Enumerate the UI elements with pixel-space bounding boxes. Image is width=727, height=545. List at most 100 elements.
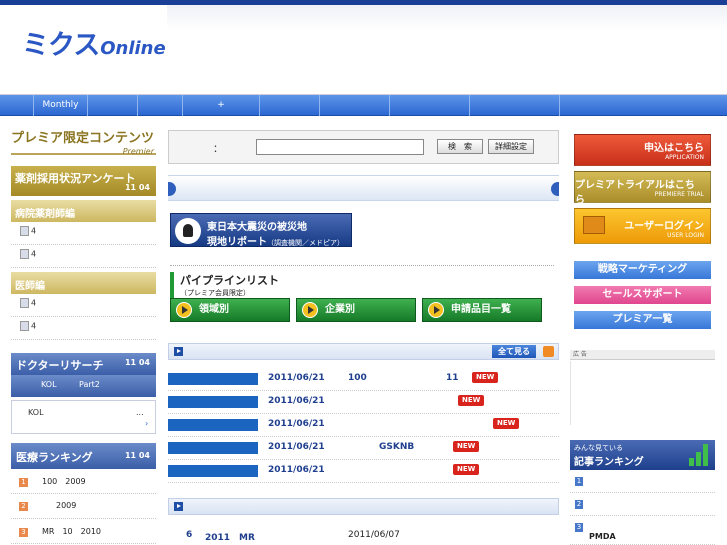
news-title[interactable]: 100 [348,373,367,383]
rank-badge-2: 2 [575,500,583,509]
survey-header[interactable]: 薬剤採用状況アンケート 11 04 [11,166,156,196]
news2-row[interactable]: 6 2011 MR 2011/06/07 [168,525,559,545]
survey-hospital-label[interactable]: 病院薬剤師編 [11,200,156,222]
nav-item-1[interactable] [0,95,34,116]
new-badge: NEW [453,441,480,452]
user-login-button[interactable]: ユーザーログイン USER LOGIN [574,208,711,244]
rank-badge-1: 1 [575,477,583,486]
more-arrow-icon[interactable]: › [145,419,148,428]
medical-ranking-date: 11 04 [124,451,150,460]
news-date: 2011/06/21 [268,396,325,406]
strategic-marketing-link[interactable]: 戦略マーケティング [574,261,711,279]
nav-item-monthly[interactable]: Monthly [34,95,88,116]
news2-title[interactable]: 2011 MR [205,530,255,543]
new-badge: NEW [472,372,499,383]
medical-ranking-item-1[interactable]: 1 100 2009 [11,469,156,494]
news-row[interactable]: 2011/06/21 GSKNB NEW [168,437,559,460]
see-all-button[interactable]: 全て見る [492,345,536,358]
search-button[interactable]: 検 索 [437,139,483,154]
pipeline-title: パイプラインリスト （プレミア会員限定） [170,272,279,298]
bar-chart-icon [689,444,711,466]
news2-date: 2011/06/07 [348,530,400,540]
premier-title-sub: Premier [122,147,154,156]
rss-icon[interactable] [543,346,554,357]
nav-item-6[interactable] [260,95,320,116]
news-header: 全て見る [168,343,559,360]
feature-slider [168,175,559,201]
quake-note: （調査機関／メドピア） [267,239,344,247]
doctor-research-l2b: ... [136,408,144,417]
doctor-icon [20,298,29,308]
pipeline-applications-button[interactable]: 申請品目一覧 [422,298,542,322]
ad-label: 広 告 [570,350,715,360]
medical-ranking-header[interactable]: 医療ランキング 11 04 [11,443,156,469]
news2-header [168,498,559,515]
medical-ranking-item-2[interactable]: 2 2009 [11,494,156,519]
sales-support-link[interactable]: セールスサポート [574,286,711,304]
survey-date: 11 04 [124,183,150,192]
apply-button[interactable]: 申込はこちら APPLICATION [574,134,711,166]
nav-item-4[interactable] [138,95,183,116]
pharmacist-icon [20,226,29,236]
survey-hospital-item-1[interactable]: 4 [11,222,156,245]
pipeline-subtitle: （プレミア会員限定） [180,289,250,297]
premier-contents-title: プレミア限定コンテンツ Premier [11,127,156,157]
medical-ranking-item-3[interactable]: 3 MR 10 2010 [11,519,156,544]
news-title-tail[interactable]: 11 [446,373,459,383]
news-date: 2011/06/21 [268,442,325,452]
nav-item-3[interactable] [88,95,138,116]
nav-item-7[interactable] [320,95,390,116]
slider-prev-icon[interactable] [168,182,176,196]
doctor-research-l1b: Part2 [79,380,100,389]
nav-item-plus[interactable]: + [183,95,260,116]
play-icon [302,302,318,318]
earthquake-report-banner[interactable]: 東日本大震災の被災地 現地リポート（調査機関／メドピア） [170,213,352,248]
article-ranking-item-2[interactable]: 2 [570,493,715,516]
site-logo[interactable]: ミクス Online [22,29,166,61]
article-ranking-item-1[interactable]: 1 [570,470,715,493]
news-row[interactable]: 2011/06/21 NEW [168,460,559,483]
nav-item-9[interactable] [470,95,560,116]
news-row[interactable]: 2011/06/21 NEW [168,414,559,437]
news-title[interactable]: GSKNB [379,442,414,452]
premier-list-link[interactable]: プレミア一覧 [574,311,711,329]
box-icon [583,216,605,234]
doctor-research-header[interactable]: ドクターリサーチ 11 04 [11,353,156,375]
advanced-search-button[interactable]: 詳細設定 [488,139,534,154]
survey-doctor-item-1[interactable]: 4 [11,294,156,317]
news2-number: 6 [186,530,193,540]
news-category-bar [168,419,258,431]
search-input[interactable] [256,139,424,155]
trial-sub: PREMIERE TRIAL [654,191,704,198]
doctor-research-body[interactable]: KOL ... › [11,400,156,434]
premier-trial-button[interactable]: プレミアトライアルはこちら PREMIERE TRIAL [574,171,711,206]
doctor-research-subheader[interactable]: KOL Part2 [11,375,156,397]
news-category-bar [168,396,258,408]
survey-hospital-item-2[interactable]: 4 [11,245,156,268]
pipeline-by-area-button[interactable]: 領域別 [170,298,290,322]
document-icon [20,249,29,259]
logo-mark: ミクス [22,30,100,61]
news-row[interactable]: 2011/06/21 100 11 NEW [168,368,559,391]
slider-next-icon[interactable] [551,182,559,196]
medical-ranking-title: 医療ランキング [16,451,93,464]
rank-badge-3: 3 [575,523,583,532]
new-badge: NEW [458,395,485,406]
doctor-research-date: 11 04 [124,358,150,367]
rank-badge-3: 3 [19,528,28,537]
survey-doctor-label[interactable]: 医師編 [11,272,156,294]
article-ranking-item-3[interactable]: 3 PMDA [570,516,715,545]
rank-badge-1: 1 [19,478,28,487]
login-sub: USER LOGIN [667,232,704,239]
news-row[interactable]: 2011/06/21 NEW [168,391,559,414]
news-category-bar [168,373,258,385]
survey-doctor-item-2[interactable]: 4 [11,317,156,340]
article-ranking-header: みんな見ている 記事ランキング [570,440,715,470]
nav-item-8[interactable] [390,95,470,116]
pipeline-by-company-button[interactable]: 企業別 [296,298,416,322]
doctor-research-title: ドクターリサーチ [16,359,104,372]
quake-line1: 東日本大震災の被災地 [207,222,307,233]
apply-sub: APPLICATION [665,154,704,161]
premier-title-text: プレミア限定コンテンツ [11,131,155,146]
new-badge: NEW [453,464,480,475]
